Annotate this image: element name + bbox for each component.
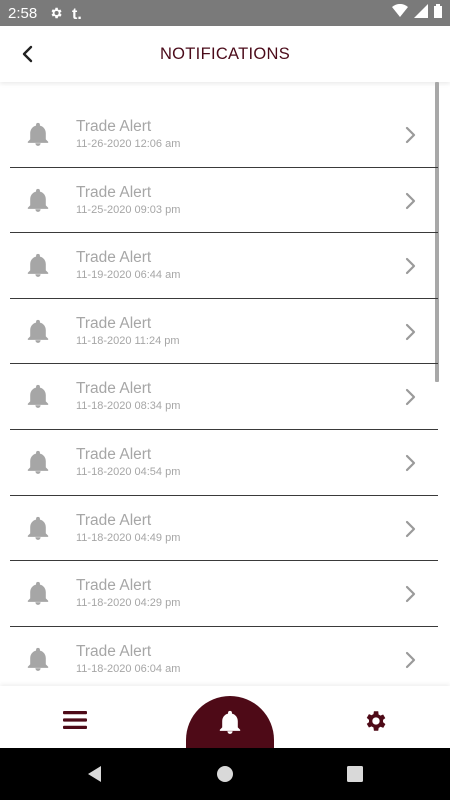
notification-date: 11-18-2020 04:54 pm [76, 465, 181, 478]
status-bar: 2:58 t. [0, 0, 450, 26]
bell-icon [27, 319, 49, 343]
notification-date: 11-18-2020 08:34 pm [76, 400, 181, 413]
settings-button[interactable] [362, 708, 388, 734]
chevron-right-icon [405, 126, 416, 144]
chevron-right-icon [405, 192, 416, 209]
chevron-right-icon [405, 258, 416, 275]
notification-date: 11-26-2020 12:06 am [76, 138, 181, 150]
notification-item[interactable]: Trade Alert 11-18-2020 08:34 pm [10, 364, 438, 430]
notification-texts: Trade Alert 11-18-2020 08:34 pm [76, 380, 180, 412]
notification-texts: Trade Alert 11-26-2020 12:06 am [76, 118, 180, 150]
screen: 2:58 t. NOTIFICATIONS Trade Alert 11-26-… [0, 0, 450, 800]
notification-item[interactable]: Trade Alert 11-19-2020 06:44 am [10, 233, 438, 299]
menu-button[interactable] [62, 710, 88, 730]
bell-icon [27, 582, 49, 605]
notification-texts: Trade Alert 11-25-2020 09:03 pm [76, 184, 180, 216]
status-right [392, 3, 442, 23]
notification-title: Trade Alert [76, 249, 152, 267]
bell-icon [27, 647, 49, 671]
notification-date: 11-19-2020 06:44 am [76, 269, 181, 282]
chevron-right-icon [405, 586, 416, 603]
chevron-right-icon [405, 323, 416, 340]
notification-items: Trade Alert 11-26-2020 12:06 am Trade Al… [10, 102, 438, 686]
system-nav-bar [0, 748, 450, 800]
page-title: NOTIFICATIONS [159, 44, 291, 63]
status-time: 2:58 [8, 4, 38, 22]
notification-item[interactable]: Trade Alert 11-18-2020 04:49 pm [10, 496, 438, 562]
notification-texts: Trade Alert 11-19-2020 06:44 am [76, 249, 180, 281]
notification-item[interactable]: Trade Alert 11-18-2020 04:54 pm [10, 430, 438, 496]
bell-icon [27, 516, 49, 540]
system-home-button[interactable] [215, 764, 235, 784]
system-recents-button[interactable] [345, 764, 365, 784]
notifications-tab[interactable] [186, 696, 274, 748]
chevron-right-icon [405, 454, 416, 472]
back-button[interactable] [14, 40, 42, 68]
system-back-button[interactable] [85, 764, 105, 784]
notification-texts: Trade Alert 11-18-2020 04:29 pm [76, 577, 180, 609]
tumblr-icon: t. [71, 5, 85, 21]
notification-date: 11-18-2020 06:04 am [76, 662, 181, 675]
back-arrow-icon [22, 45, 33, 63]
notification-title: Trade Alert [76, 445, 152, 463]
chevron-right-icon [405, 389, 416, 406]
triangle-back-icon [88, 766, 101, 782]
notification-texts: Trade Alert 11-18-2020 06:04 am [76, 643, 180, 675]
notification-date: 11-18-2020 11:24 pm [76, 334, 180, 347]
bell-icon [27, 450, 49, 474]
notification-title: Trade Alert [76, 183, 152, 201]
notification-item[interactable]: Trade Alert 11-25-2020 09:03 pm [10, 168, 438, 234]
signal-icon [414, 3, 428, 23]
settings-icon [49, 6, 63, 20]
bell-icon [27, 188, 49, 212]
battery-icon [434, 3, 442, 23]
bell-icon [27, 385, 49, 409]
svg-text:t.: t. [72, 6, 82, 21]
chevron-right-icon [405, 651, 416, 668]
notification-title: Trade Alert [76, 118, 152, 135]
chevron-right-icon [405, 520, 416, 537]
notification-date: 11-18-2020 04:49 pm [76, 531, 181, 544]
notification-title: Trade Alert [76, 642, 152, 660]
bottom-nav [0, 686, 450, 748]
notification-title: Trade Alert [76, 380, 152, 398]
notification-title: Trade Alert [76, 314, 152, 332]
notification-list[interactable]: Trade Alert 11-26-2020 12:06 am Trade Al… [0, 82, 450, 686]
circle-home-icon [217, 766, 233, 782]
notification-item[interactable]: Trade Alert 11-26-2020 12:06 am [10, 102, 438, 168]
bell-icon [27, 254, 49, 278]
notification-date: 11-25-2020 09:03 pm [76, 203, 181, 216]
notification-item[interactable]: Trade Alert 11-18-2020 06:04 am [10, 627, 438, 686]
notification-texts: Trade Alert 11-18-2020 04:54 pm [76, 446, 180, 478]
bell-icon [27, 122, 49, 146]
notification-texts: Trade Alert 11-18-2020 11:24 pm [76, 315, 180, 347]
notification-item[interactable]: Trade Alert 11-18-2020 04:29 pm [10, 561, 438, 627]
square-recents-icon [347, 766, 363, 782]
bell-icon [219, 710, 241, 734]
notification-title: Trade Alert [76, 577, 152, 595]
notification-date: 11-18-2020 04:29 pm [76, 597, 181, 610]
wifi-icon [392, 3, 408, 23]
app-header: NOTIFICATIONS [0, 26, 450, 82]
notification-item[interactable]: Trade Alert 11-18-2020 11:24 pm [10, 299, 438, 365]
notification-title: Trade Alert [76, 511, 152, 529]
notification-texts: Trade Alert 11-18-2020 04:49 pm [76, 512, 180, 544]
gear-icon [366, 711, 386, 731]
menu-icon [63, 711, 87, 729]
